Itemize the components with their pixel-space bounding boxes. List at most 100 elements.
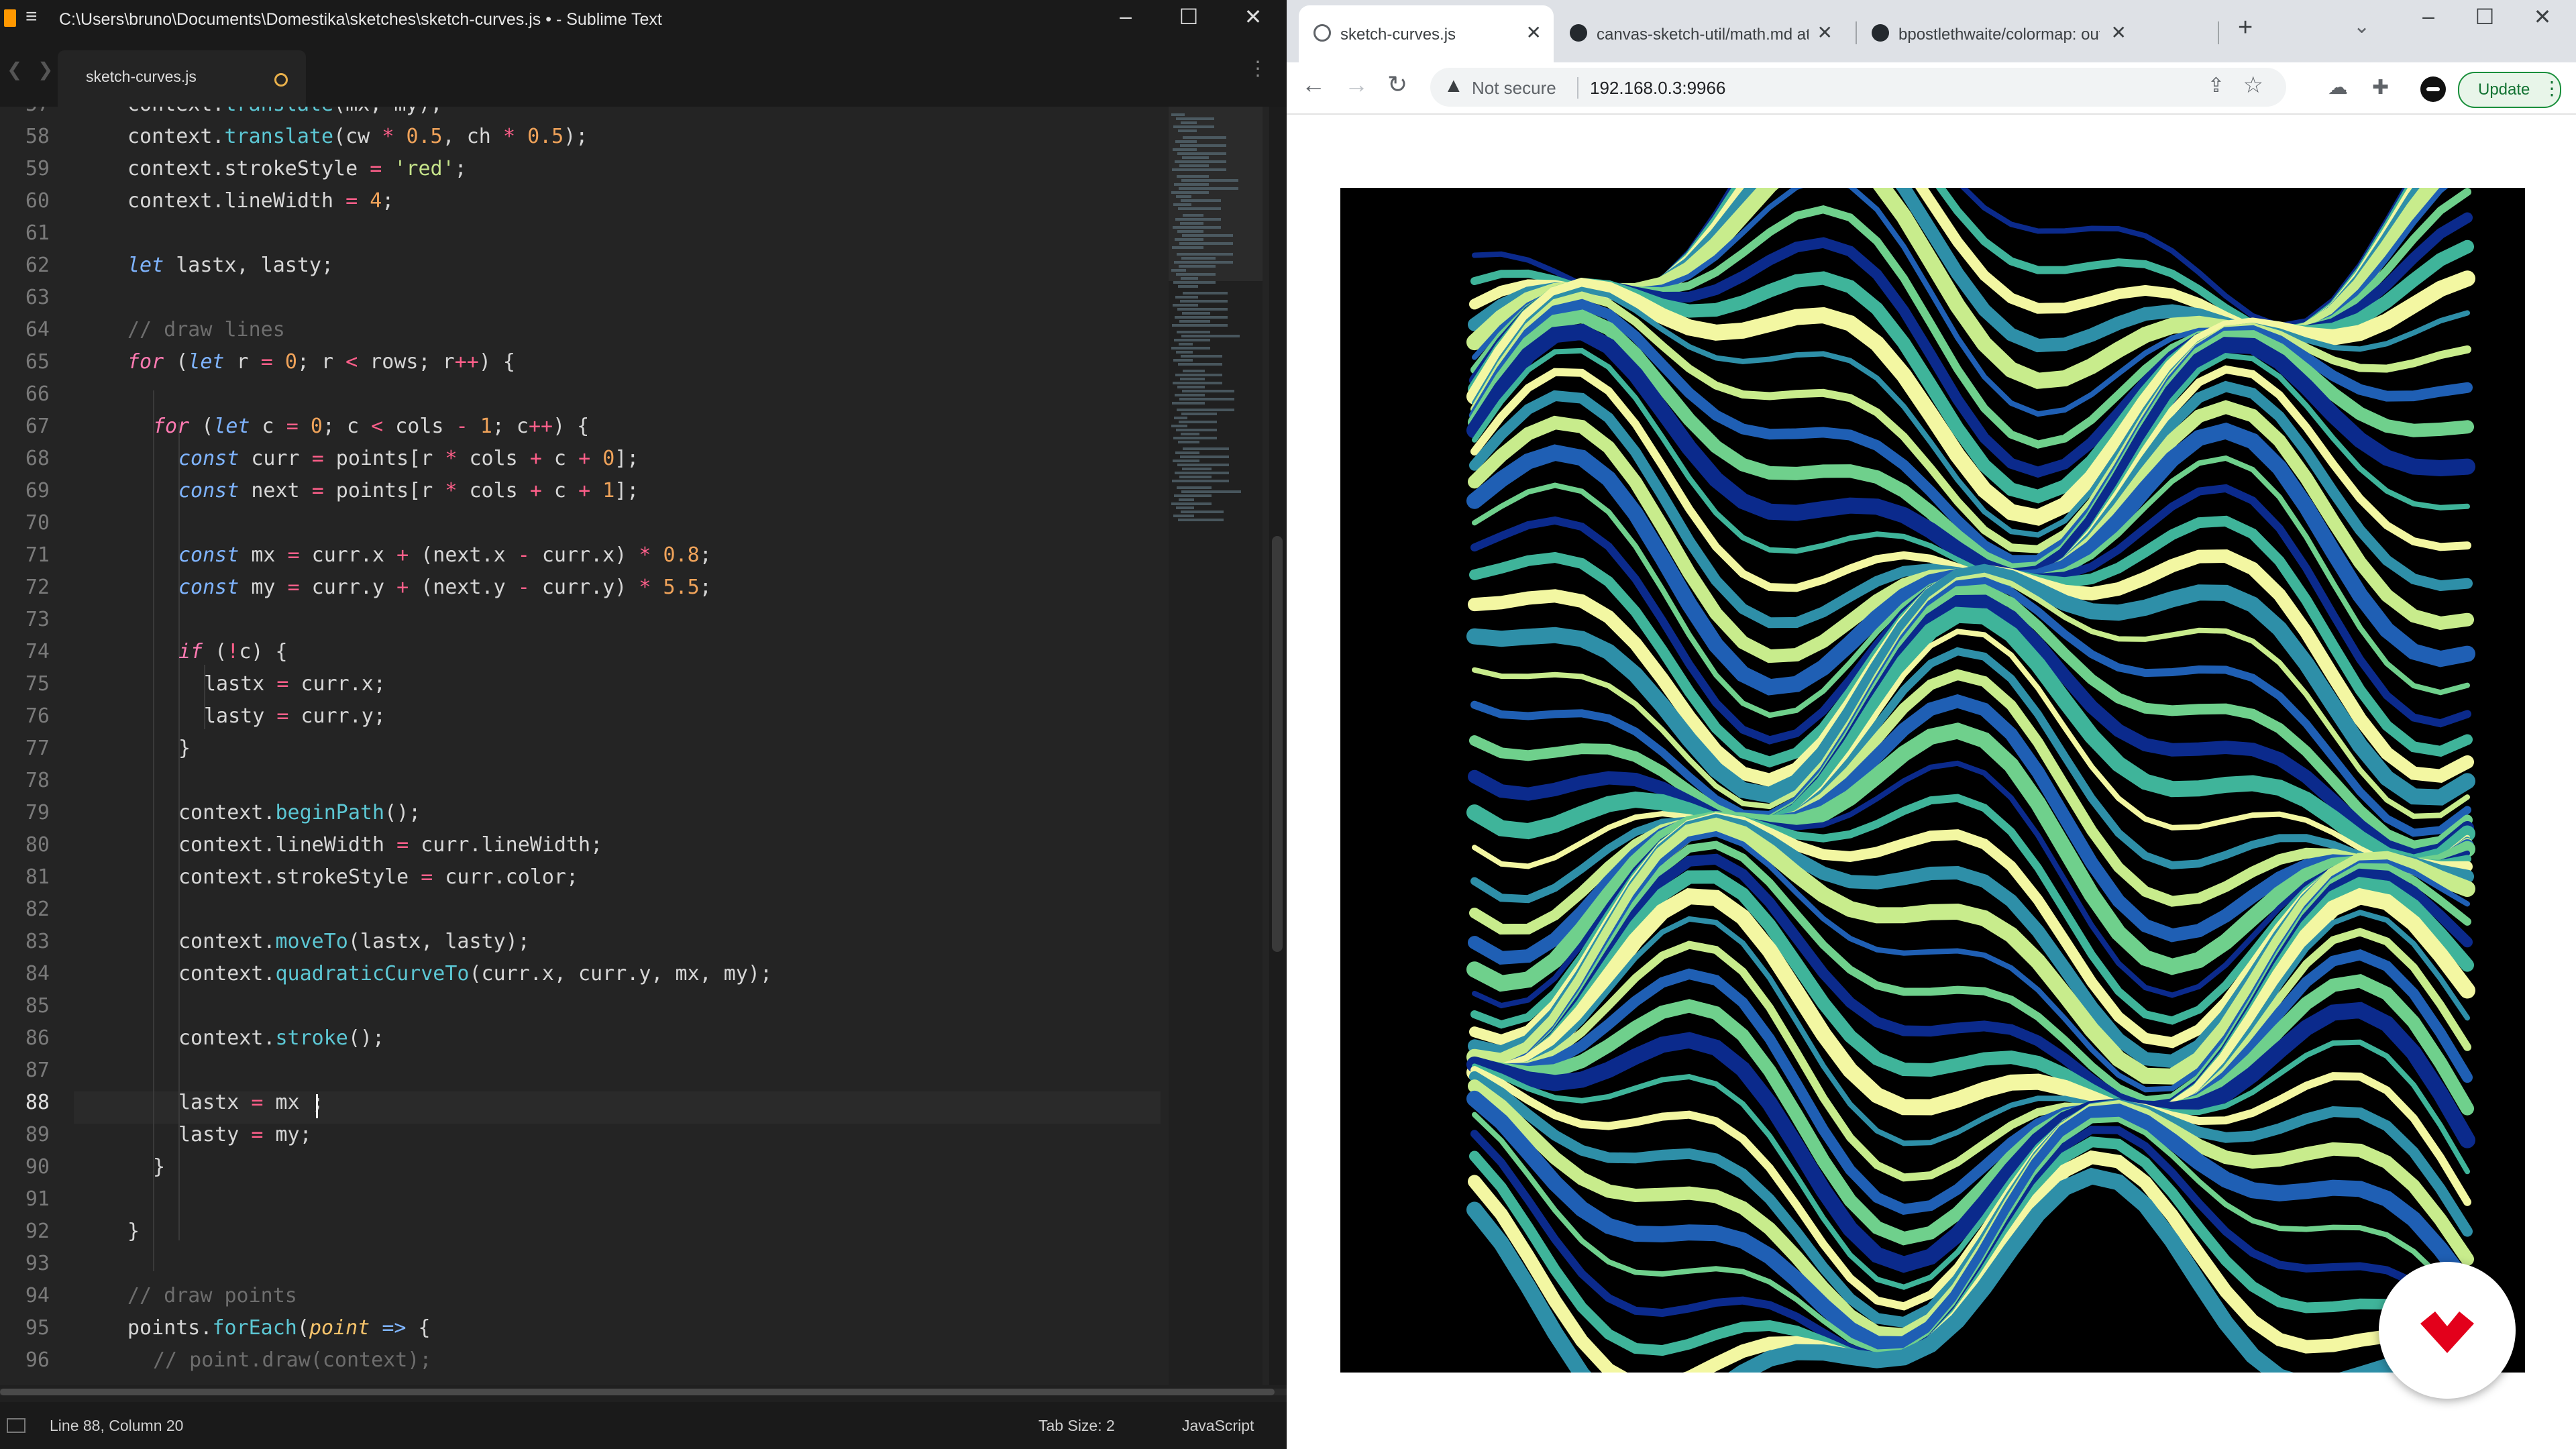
tab-search-chevron-icon[interactable]: ⌄ bbox=[2353, 15, 2370, 38]
minimap-line bbox=[1180, 144, 1226, 147]
close-icon[interactable]: ✕ bbox=[1226, 4, 1280, 30]
code-line: // draw points bbox=[127, 1284, 297, 1307]
code-line: } bbox=[127, 1220, 140, 1243]
update-button[interactable]: Update ⋮ bbox=[2458, 72, 2561, 108]
minimap-line bbox=[1175, 394, 1205, 396]
minimap-line bbox=[1177, 409, 1234, 411]
line-number: 66 bbox=[25, 382, 50, 406]
text-cursor bbox=[316, 1094, 318, 1118]
profile-avatar[interactable] bbox=[2420, 76, 2446, 102]
code-line: const mx = curr.x + (next.x - curr.x) * … bbox=[178, 543, 712, 567]
browser-maximize-icon[interactable]: ☐ bbox=[2458, 4, 2512, 30]
page-viewport bbox=[1287, 70, 2576, 1449]
url-text[interactable]: 192.168.0.3:9966 bbox=[1590, 78, 1725, 99]
cursor-position[interactable]: Line 88, Column 20 bbox=[50, 1417, 183, 1435]
minimap-line bbox=[1171, 347, 1210, 350]
panel-toggle-icon[interactable] bbox=[7, 1418, 25, 1433]
minimap-line bbox=[1176, 195, 1191, 198]
code-line: context.quadraticCurveTo(curr.x, curr.y,… bbox=[178, 962, 773, 985]
reload-icon[interactable]: ↻ bbox=[1387, 70, 1407, 99]
update-label: Update bbox=[2478, 80, 2530, 99]
minimap-line bbox=[1175, 140, 1197, 143]
bookmark-star-icon[interactable]: ☆ bbox=[2243, 72, 2263, 99]
browser-close-icon[interactable]: ✕ bbox=[2516, 4, 2569, 30]
minimap-line bbox=[1181, 121, 1197, 124]
minimap-line bbox=[1173, 148, 1197, 151]
code-line: context.stroke(); bbox=[178, 1026, 385, 1050]
minimap-line bbox=[1176, 506, 1194, 509]
menu-dots-icon[interactable]: ⋮ bbox=[2542, 77, 2561, 99]
tab-back-icon[interactable]: ❮ bbox=[7, 58, 22, 80]
unsaved-dot-icon[interactable] bbox=[274, 73, 288, 87]
minimap-line bbox=[1178, 519, 1224, 521]
minimap-line bbox=[1182, 234, 1233, 237]
minimap-line bbox=[1174, 261, 1233, 264]
syntax-mode[interactable]: JavaScript bbox=[1182, 1417, 1254, 1435]
minimap-line bbox=[1175, 238, 1203, 241]
horizontal-scrollbar[interactable] bbox=[0, 1389, 1287, 1395]
tab-size[interactable]: Tab Size: 2 bbox=[1038, 1417, 1115, 1435]
line-gutter: 57 58 59 60 61 62 63 64 65 66 67 68 69 70 71 72 73 74 75 76… bbox=[0, 107, 74, 1385]
code-line: lastx = curr.x; bbox=[204, 672, 386, 696]
github-icon bbox=[1872, 24, 1889, 42]
minimap-line bbox=[1177, 175, 1209, 178]
minimap-line bbox=[1175, 296, 1198, 299]
minimap-line bbox=[1181, 277, 1198, 280]
code-editor[interactable]: 57 58 59 60 61 62 63 64 65 66 67 68 69 70 71 72 73 74 75 76… bbox=[0, 107, 1287, 1385]
close-tab-icon[interactable]: ✕ bbox=[2111, 21, 2127, 44]
minimap-line bbox=[1171, 269, 1186, 272]
minimap-line bbox=[1182, 312, 1210, 315]
new-tab-button[interactable]: + bbox=[2238, 13, 2253, 42]
minimap-line bbox=[1177, 386, 1205, 388]
minimap-line bbox=[1183, 447, 1229, 450]
not-secure-label[interactable]: Not secure bbox=[1472, 78, 1556, 99]
line-number: 67 bbox=[25, 415, 50, 438]
line-number: 58 bbox=[25, 125, 50, 148]
minimap-line bbox=[1181, 355, 1222, 358]
minimap-line bbox=[1179, 265, 1216, 268]
minimap-line bbox=[1181, 413, 1217, 415]
line-number: 95 bbox=[25, 1316, 50, 1340]
minimap-line bbox=[1179, 476, 1212, 478]
share-icon[interactable]: ⇪ bbox=[2208, 74, 2224, 97]
minimap-line bbox=[1176, 273, 1216, 276]
minimap[interactable] bbox=[1169, 107, 1263, 1385]
maximize-icon[interactable]: ☐ bbox=[1162, 4, 1216, 30]
hamburger-menu-icon[interactable]: ≡ bbox=[25, 5, 38, 28]
tab-sketch-curves[interactable]: sketch-curves.js bbox=[58, 50, 306, 107]
address-bar[interactable]: ▲ Not secure 192.168.0.3:9966 ⇪ ☆ bbox=[1430, 68, 2286, 107]
code-line: context.beginPath(); bbox=[178, 801, 421, 824]
code-line: } bbox=[153, 1155, 166, 1179]
horizontal-scrollbar-thumb[interactable] bbox=[0, 1389, 1275, 1395]
minimap-line bbox=[1181, 257, 1216, 260]
line-number: 89 bbox=[25, 1123, 50, 1146]
code-line: context.strokeStyle = 'red'; bbox=[127, 157, 467, 180]
forward-arrow-icon[interactable]: → bbox=[1344, 70, 1368, 99]
browser-tab-math-md[interactable]: canvas-sketch-util/math.md at ✕ bbox=[1555, 5, 1845, 62]
minimap-line bbox=[1177, 308, 1228, 311]
code-line: // point.draw(context); bbox=[153, 1348, 432, 1372]
close-tab-icon[interactable]: ✕ bbox=[1817, 21, 1833, 44]
tab-forward-icon[interactable]: ❯ bbox=[38, 58, 53, 80]
minimap-line bbox=[1175, 218, 1221, 221]
browser-tab-colormap[interactable]: bpostlethwaite/colormap: out ✕ bbox=[1857, 5, 2139, 62]
cloud-icon[interactable]: ☁ bbox=[2328, 76, 2348, 99]
minimize-icon[interactable]: – bbox=[1099, 4, 1152, 29]
browser-toolbar: ← → ↻ ▲ Not secure 192.168.0.3:9966 ⇪ ☆ … bbox=[1287, 62, 2576, 115]
browser-minimize-icon[interactable]: – bbox=[2402, 4, 2455, 29]
warning-triangle-icon[interactable]: ▲ bbox=[1444, 74, 1464, 97]
close-tab-icon[interactable]: ✕ bbox=[1526, 21, 1542, 44]
back-arrow-icon[interactable]: ← bbox=[1301, 70, 1326, 99]
browser-tab-sketch-curves[interactable]: sketch-curves.js ✕ bbox=[1299, 5, 1554, 62]
scrollbar-thumb[interactable] bbox=[1272, 536, 1283, 952]
more-options-icon[interactable]: ⋮ bbox=[1248, 57, 1268, 80]
minimap-line bbox=[1172, 402, 1205, 405]
code-line: for (let r = 0; r < rows; r++) { bbox=[127, 350, 515, 374]
minimap-line bbox=[1173, 515, 1194, 517]
minimap-line bbox=[1178, 207, 1221, 210]
extensions-puzzle-icon[interactable]: ✚ bbox=[2372, 76, 2389, 99]
domestika-logo-badge bbox=[2379, 1262, 2516, 1399]
vertical-scrollbar[interactable] bbox=[1269, 107, 1287, 1385]
line-number: 64 bbox=[25, 318, 50, 341]
line-number: 61 bbox=[25, 221, 50, 245]
